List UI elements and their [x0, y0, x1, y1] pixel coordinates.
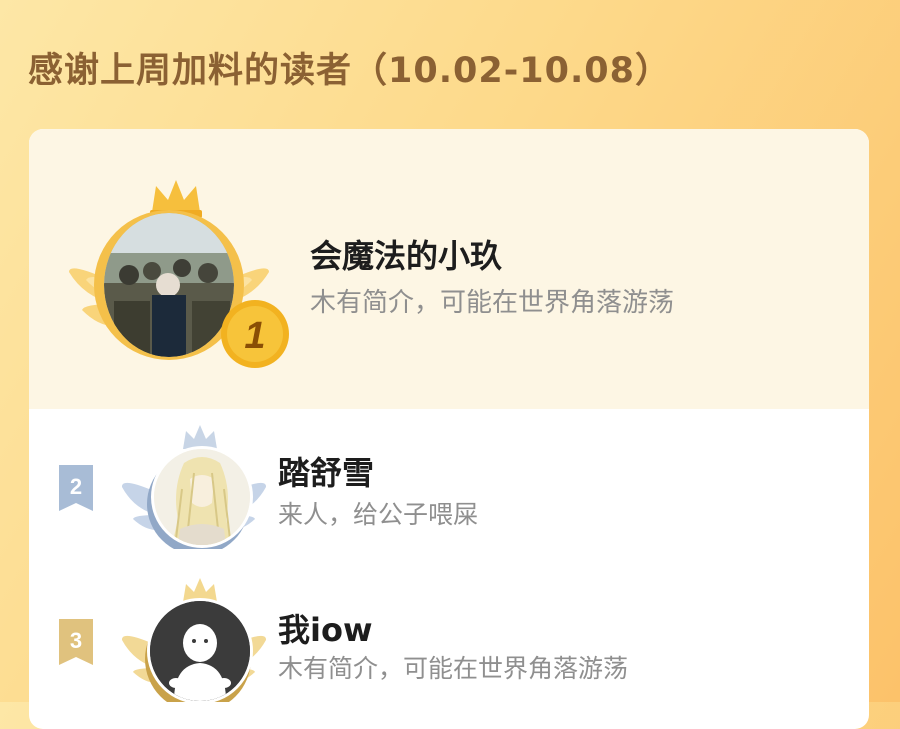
reader-name-2: 踏舒雪 [278, 454, 375, 492]
reader-photo-1 [104, 213, 234, 357]
reader-bio-3: 木有简介，可能在世界角落游荡 [278, 654, 629, 683]
reader-name-3: 我iow [278, 611, 373, 649]
rank-2-number: 2 [70, 474, 82, 499]
page-title: 感谢上周加料的读者（10.02-10.08） [28, 51, 671, 91]
rank-2-ribbon-icon: 2 [59, 465, 93, 511]
default-avatar-icon [150, 601, 250, 701]
rank-3-ribbon-icon: 3 [59, 619, 93, 665]
reader-bio-1: 木有简介，可能在世界角落游荡 [310, 288, 675, 318]
reader-bio-2: 来人，给公子喂屎 [278, 500, 479, 529]
rank-3-number: 3 [70, 628, 82, 653]
avatar-2[interactable] [151, 446, 253, 548]
reader-photo-2 [154, 449, 250, 545]
avatar-1[interactable] [104, 213, 234, 357]
reader-list-card: 1 会魔法的小玖 木有简介，可能在世界角落游荡 2 踏舒雪 来人，给公子喂屎 3… [29, 129, 869, 729]
rank-1-badge-icon: 1 [221, 300, 289, 368]
avatar-3[interactable] [147, 598, 253, 704]
reader-name-1: 会魔法的小玖 [310, 237, 503, 275]
rank-1-number: 1 [244, 315, 265, 357]
